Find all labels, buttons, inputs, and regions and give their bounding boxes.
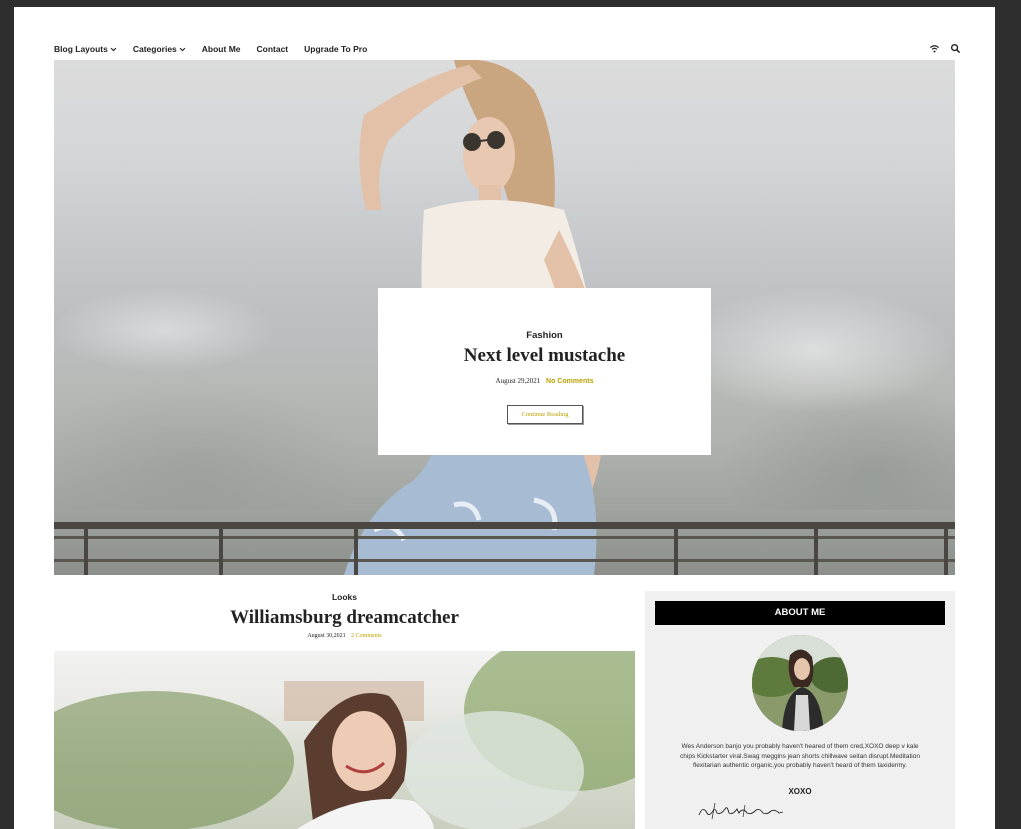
avatar bbox=[752, 635, 848, 731]
nav-blog-layouts-label: Blog Layouts bbox=[54, 44, 108, 54]
chevron-down-icon bbox=[110, 47, 117, 51]
hero-meta: August 29,2021 No Comments bbox=[378, 377, 711, 385]
hero-date: August 29,2021 bbox=[495, 377, 541, 385]
nav-about-me-label: About Me bbox=[201, 44, 241, 54]
search-icon[interactable] bbox=[950, 43, 961, 54]
signature-image bbox=[698, 802, 784, 820]
post-date: August 30,2021 bbox=[307, 633, 346, 639]
about-me-heading: ABOUT ME bbox=[655, 601, 945, 625]
railing bbox=[54, 522, 955, 575]
nav-categories-label: Categories bbox=[132, 44, 177, 54]
hero-comments-link[interactable]: No Comments bbox=[546, 378, 593, 385]
about-me-bio-line: Wes Anderson banjo you probably haven't … bbox=[681, 743, 919, 750]
hero-featured-image[interactable]: Fashion Next level mustache August 29,20… bbox=[54, 60, 955, 575]
post-image-illustration bbox=[54, 651, 635, 829]
post-meta: August 30,2021 2 Comments bbox=[54, 633, 635, 639]
post-featured-image[interactable] bbox=[54, 651, 635, 829]
rss-icon[interactable] bbox=[929, 43, 940, 54]
nav-icons bbox=[929, 43, 961, 54]
main-nav: Blog Layouts Categories About Me Contact… bbox=[54, 43, 367, 55]
page: Blog Layouts Categories About Me Contact… bbox=[14, 7, 995, 829]
post-title[interactable]: Williamsburg dreamcatcher bbox=[54, 607, 635, 629]
post-category[interactable]: Looks bbox=[54, 592, 635, 602]
hero-title[interactable]: Next level mustache bbox=[378, 345, 711, 367]
hero-category[interactable]: Fashion bbox=[378, 330, 711, 341]
nav-categories[interactable]: Categories bbox=[133, 44, 186, 54]
nav-about-me[interactable]: About Me bbox=[202, 44, 241, 54]
nav-upgrade-to-pro-label: Upgrade To Pro bbox=[304, 44, 368, 54]
nav-blog-layouts[interactable]: Blog Layouts bbox=[54, 44, 117, 54]
hero-post-card: Fashion Next level mustache August 29,20… bbox=[378, 288, 711, 455]
continue-reading-button[interactable]: Continue Reading bbox=[507, 405, 583, 424]
nav-contact[interactable]: Contact bbox=[257, 44, 289, 54]
nav-contact-label: Contact bbox=[256, 44, 289, 54]
about-me-bio: Wes Anderson banjo you probably haven't … bbox=[665, 742, 935, 771]
about-me-bio-line: chips Kickstarter viral.Swag meggins jea… bbox=[680, 752, 920, 760]
nav-upgrade-to-pro[interactable]: Upgrade To Pro bbox=[304, 44, 367, 54]
about-me-widget: ABOUT ME Wes Anderson banjo you probably… bbox=[645, 591, 955, 829]
sign-off: XOXO bbox=[788, 787, 812, 796]
post-comments-link[interactable]: 2 Comments bbox=[351, 633, 382, 639]
chevron-down-icon bbox=[179, 47, 186, 51]
about-me-bio-line: flexitarian authentic organic,you probab… bbox=[693, 762, 907, 769]
